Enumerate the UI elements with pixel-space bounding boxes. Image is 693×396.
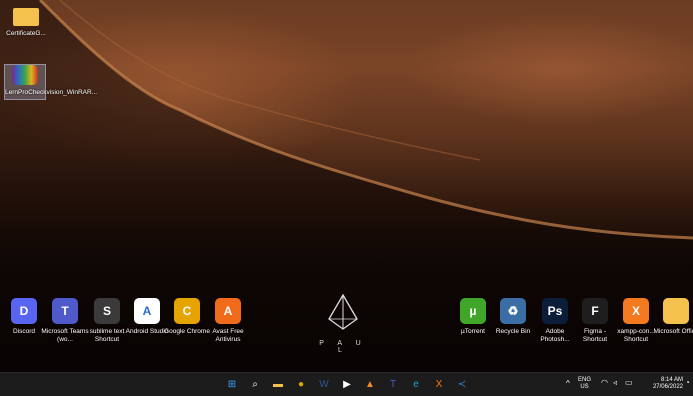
crystal-logo-icon <box>328 293 358 330</box>
word-icon[interactable]: W <box>316 376 332 392</box>
notifications-icon[interactable]: ◔ <box>685 379 690 387</box>
desktop-item-recycle-bin[interactable]: ♻ Recycle Bin <box>489 298 537 336</box>
vscode-icon[interactable]: ≺ <box>454 376 470 392</box>
language-bottom: US <box>580 384 589 390</box>
language-indicator[interactable]: ENG US <box>578 377 591 391</box>
desktop-item-label: Avast Free Antivirus <box>212 328 244 343</box>
teams-icon[interactable]: T <box>385 376 401 392</box>
utorrent-icon: µ <box>460 298 486 324</box>
desktop-item-label: CertificateG... <box>6 30 46 37</box>
winrar-icon <box>12 65 38 85</box>
sublime-icon: S <box>94 298 120 324</box>
desktop-item-label: Recycle Bin <box>495 328 531 335</box>
xampp-icon: X <box>623 298 649 324</box>
taskbar: ⊞ ⌕ ▬ ● W ▶ ▲ Te X ≺ ^ ENG US ◠ ◃ ▭ 8:14 AM 27/06… <box>0 372 693 396</box>
show-hidden-icons-chevron-icon[interactable]: ^ <box>566 380 570 388</box>
desktop-item-label: Microsoft Office <box>653 328 693 335</box>
logo-text: P A U L <box>319 340 367 354</box>
clock-date: 27/06/2022 <box>652 384 683 390</box>
volume-icon[interactable]: ◃ <box>613 379 617 387</box>
desktop-item-folder[interactable]: Microsoft Office <box>652 298 693 336</box>
desktop-item-label: LernProCheckvision_WinRAR... <box>5 89 97 97</box>
edge-icon[interactable]: e <box>408 376 424 392</box>
discord-icon: D <box>11 298 37 324</box>
paul-logo: P A U L <box>318 293 368 354</box>
vlc-icon[interactable]: ▲ <box>362 376 378 392</box>
language-top: ENG <box>578 377 592 383</box>
chrome-icon[interactable]: ● <box>293 376 309 392</box>
figma-icon: F <box>582 298 608 324</box>
desktop-item-label: Microsoft Teams (wo... <box>41 328 89 343</box>
folder-icon <box>663 298 689 324</box>
media-player-icon[interactable]: ▶ <box>339 376 355 392</box>
battery-icon[interactable]: ▭ <box>625 379 633 387</box>
xampp-icon[interactable]: X <box>431 376 447 392</box>
android-studio-icon: A <box>134 298 160 324</box>
desktop-item-teams[interactable]: T Microsoft Teams (wo... <box>41 298 89 344</box>
photoshop-icon: Ps <box>542 298 568 324</box>
search-icon[interactable]: ⌕ <box>247 376 263 392</box>
avast-icon: A <box>215 298 241 324</box>
folder-icon <box>13 8 39 26</box>
clock-time: 8:14 AM <box>660 377 683 383</box>
teams-icon: T <box>52 298 78 324</box>
chrome-icon: C <box>174 298 200 324</box>
desktop-item-winrar[interactable]: LernProCheckvision_WinRAR... <box>4 64 97 100</box>
desktop-item-avast[interactable]: A Avast Free Antivirus <box>204 298 252 344</box>
clock[interactable]: 8:14 AM 27/06/2022 <box>641 377 683 391</box>
recycle-bin-icon: ♻ <box>500 298 526 324</box>
desktop: CertificateG... LernProCheckvision_WinRA… <box>0 0 693 372</box>
file-explorer-icon[interactable]: ▬ <box>270 376 286 392</box>
start-icon[interactable]: ⊞ <box>224 376 240 392</box>
wifi-icon[interactable]: ◠ <box>601 379 608 387</box>
desktop-item-certificate-folder[interactable]: CertificateG... <box>2 8 50 38</box>
